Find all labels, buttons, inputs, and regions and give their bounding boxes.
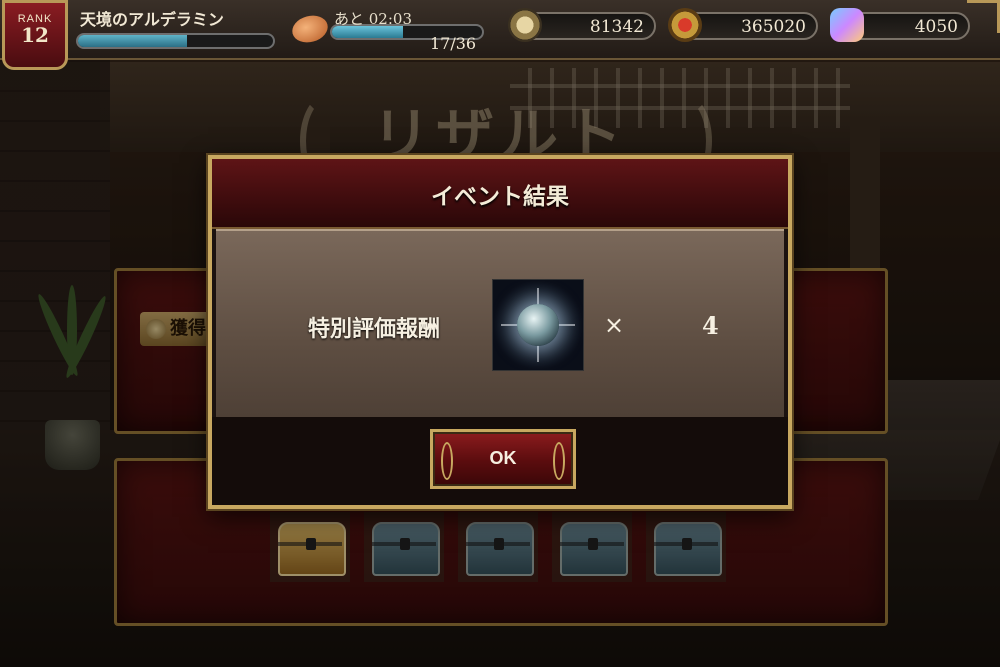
dialog-header: イベント結果: [212, 159, 788, 229]
stamina-meter: あと 02:03 17/36: [289, 6, 492, 53]
dialog-title: イベント結果: [431, 183, 569, 210]
gem-counter: 4050: [830, 8, 970, 42]
dialog-body: 特別評価報酬 × 4: [216, 229, 784, 419]
reward-label: 特別評価報酬: [308, 316, 441, 342]
stamina-count: 17/36: [430, 34, 477, 53]
stamina-bread-icon: [289, 11, 331, 47]
medal-counter: 365020: [668, 8, 818, 42]
ok-button-label: OK: [489, 448, 517, 468]
ok-button[interactable]: OK: [430, 429, 576, 489]
times-symbol: ×: [604, 311, 625, 339]
reward-quantity: 4: [702, 311, 719, 340]
event-result-dialog: イベント結果 特別評価報酬 × 4 OK: [208, 155, 792, 509]
silver-orb-icon: [492, 279, 584, 371]
coin-value: 81342: [589, 17, 644, 37]
rank-badge: RANK 12: [2, 0, 68, 70]
player-name: 天境のアルデラミン: [80, 10, 224, 29]
hud-corner-ornament: [967, 0, 1000, 33]
gem-icon: [830, 8, 864, 42]
dialog-footer: OK: [212, 417, 788, 505]
exp-bar: [76, 33, 275, 49]
stamina-timer: あと 02:03: [334, 10, 412, 28]
gem-value: 4050: [914, 17, 958, 37]
exp-bar-fill: [78, 35, 188, 47]
top-hud: RANK 12 天境のアルデラミン あと 02:03 17/36 81342 3…: [0, 0, 1000, 70]
rank-value: 12: [21, 23, 49, 47]
medal-value: 365020: [741, 17, 806, 37]
medal-icon: [668, 8, 702, 42]
coin-counter: 81342: [508, 8, 656, 42]
coin-icon: [508, 8, 542, 42]
